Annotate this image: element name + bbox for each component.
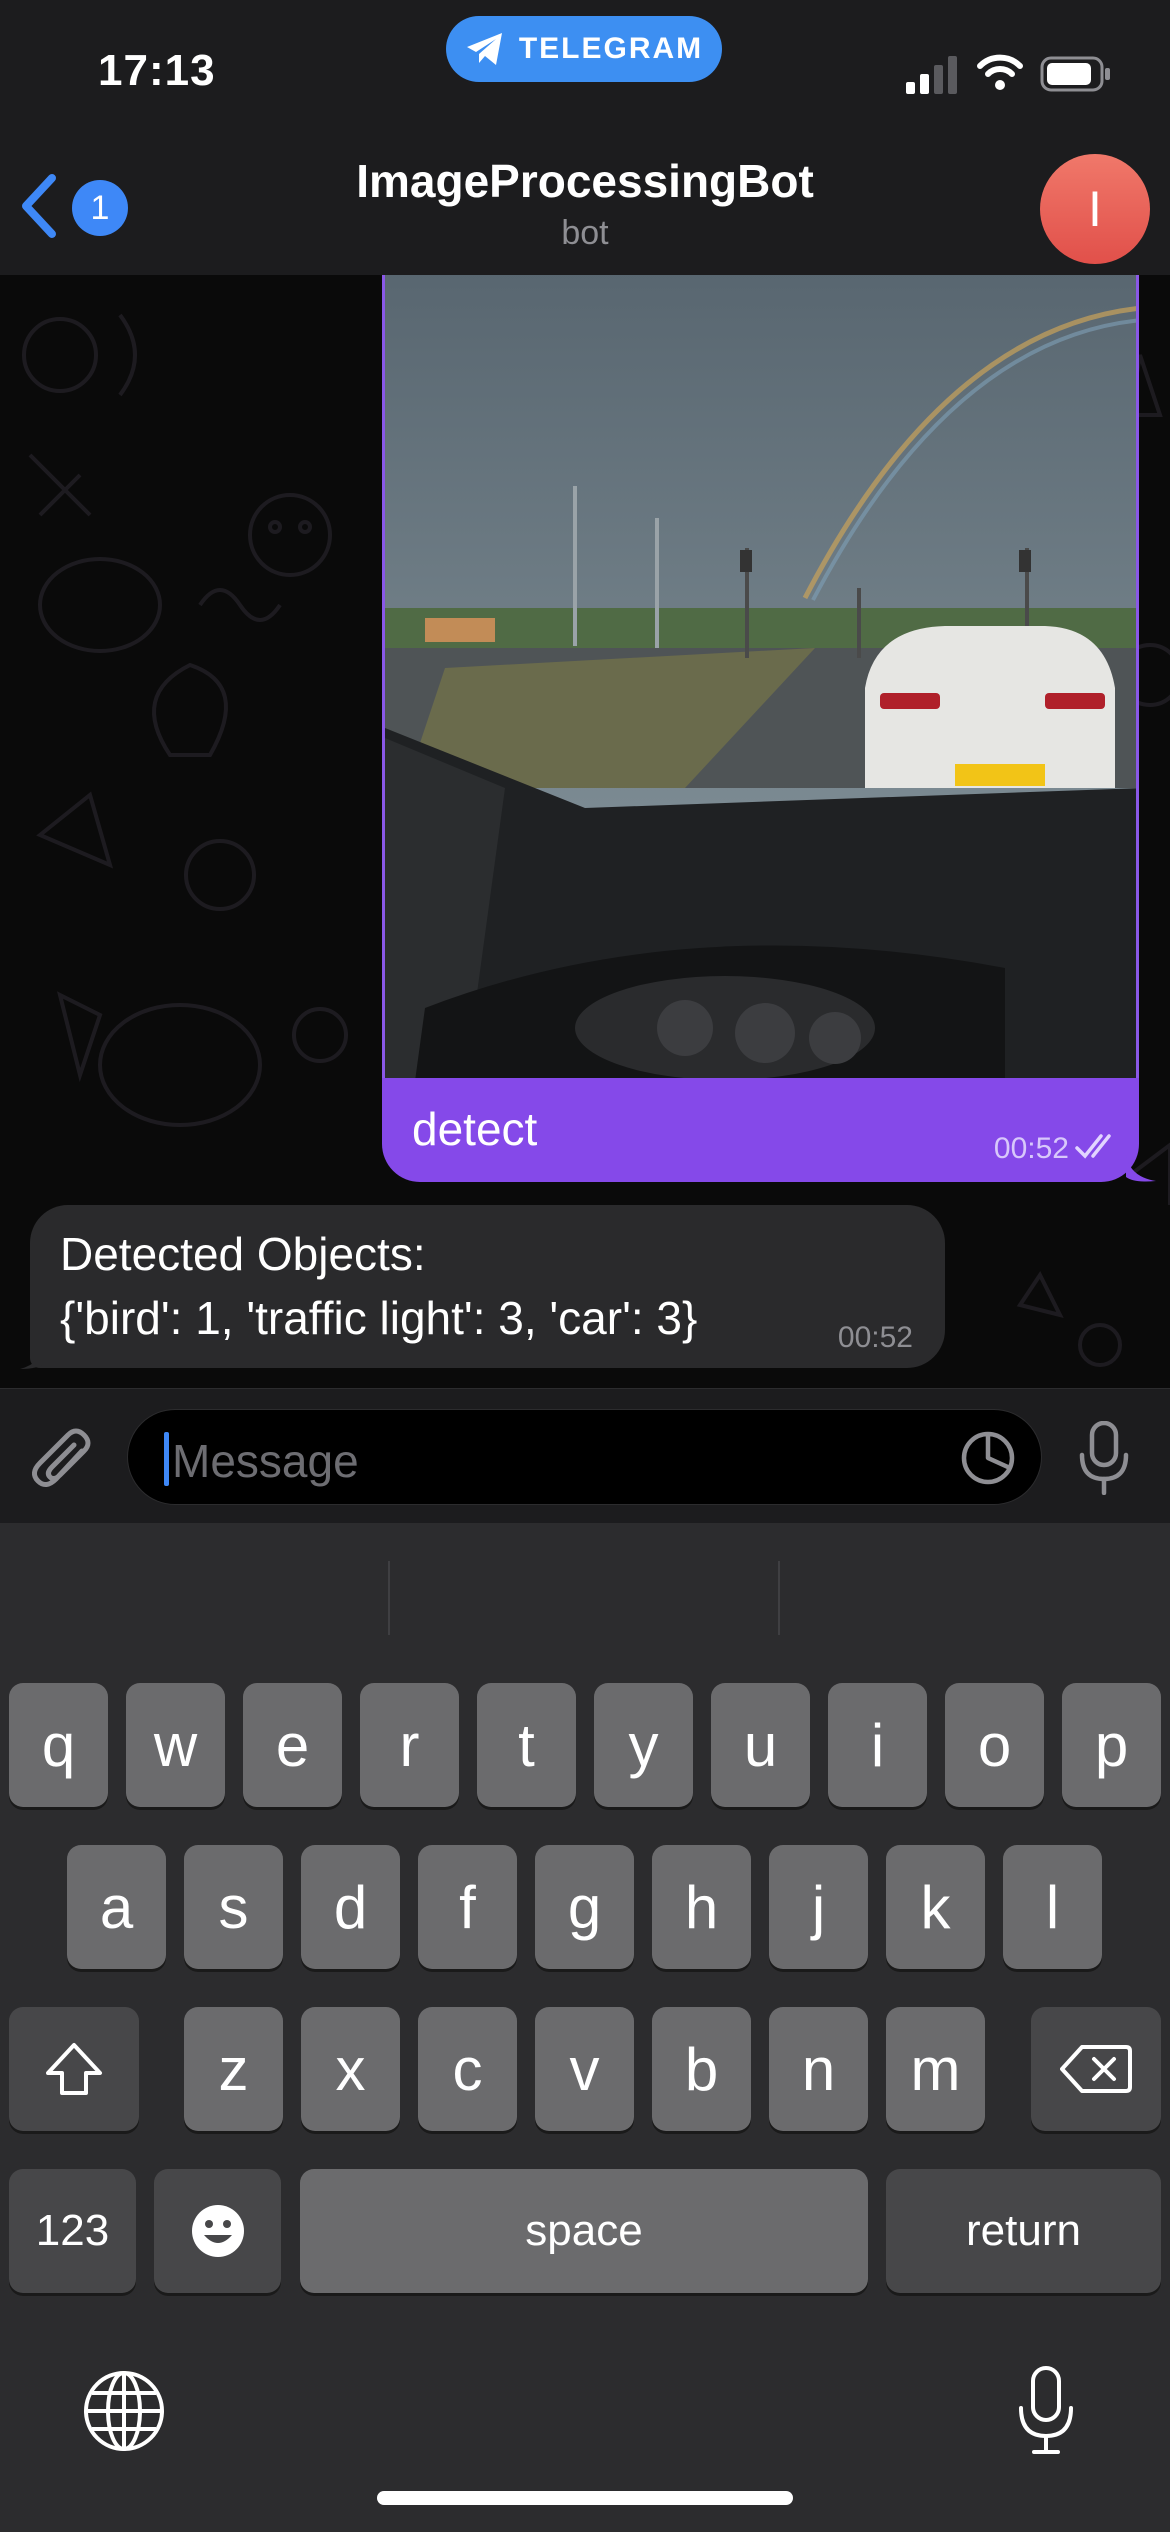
numbers-key[interactable]: 123 (9, 2169, 136, 2293)
key-q[interactable]: q (9, 1683, 108, 1807)
emoji-icon (191, 2205, 244, 2257)
chat-title[interactable]: ImageProcessingBot (0, 154, 1170, 208)
key-n[interactable]: n (769, 2007, 868, 2131)
key-u[interactable]: u (711, 1683, 810, 1807)
sent-photo[interactable] (382, 275, 1139, 1078)
telegram-plane-icon (466, 33, 502, 65)
key-e[interactable]: e (243, 1683, 342, 1807)
key-l[interactable]: l (1003, 1845, 1102, 1969)
pill-label: TELEGRAM (518, 32, 704, 65)
key-f[interactable]: f (418, 1845, 517, 1969)
key-j[interactable]: j (769, 1845, 868, 1969)
message-input-bar: Message (0, 1388, 1170, 1523)
incoming-timestamp: 00:52 (837, 1321, 913, 1354)
key-d[interactable]: d (301, 1845, 400, 1969)
incoming-message-bubble[interactable]: Detected Objects: {'bird': 1, 'traffic l… (30, 1205, 945, 1368)
status-time: 17:13 (98, 46, 216, 95)
chat-header: 1 ImageProcessingBot bot I (0, 140, 1170, 275)
key-w[interactable]: w (126, 1683, 225, 1807)
key-b[interactable]: b (652, 2007, 751, 2131)
incoming-bubble-tail (20, 1343, 46, 1369)
chat-area[interactable]: detect 00:52 Detected Objects: {'bird': … (0, 275, 1170, 1388)
status-bar: 17:13 TELEGRAM (0, 0, 1170, 140)
emoji-key[interactable] (154, 2169, 281, 2293)
paperclip-icon[interactable] (30, 1425, 96, 1495)
backspace-key[interactable] (1031, 2007, 1161, 2131)
key-g[interactable]: g (535, 1845, 634, 1969)
return-key[interactable]: return (886, 2169, 1161, 2293)
key-s[interactable]: s (184, 1845, 283, 1969)
key-y[interactable]: y (594, 1683, 693, 1807)
microphone-icon[interactable] (1078, 1421, 1130, 1495)
incoming-message-line: {'bird': 1, 'traffic light': 3, 'car': 3… (60, 1292, 698, 1344)
globe-icon[interactable] (82, 2369, 166, 2453)
message-input[interactable]: Message (127, 1409, 1042, 1505)
top-bar: 17:13 TELEGRAM 1 ImageProcessingBot bot … (0, 0, 1170, 275)
bot-avatar[interactable]: I (1040, 154, 1150, 264)
key-c[interactable]: c (418, 2007, 517, 2131)
key-r[interactable]: r (360, 1683, 459, 1807)
key-z[interactable]: z (184, 2007, 283, 2131)
prediction-divider (778, 1561, 780, 1635)
return-to-telegram-pill[interactable]: TELEGRAM (446, 16, 722, 82)
dashcam-photo-image (385, 275, 1136, 1078)
outgoing-bubble-tail (1126, 1155, 1156, 1182)
key-a[interactable]: a (67, 1845, 166, 1969)
shift-icon (46, 2043, 102, 2095)
prediction-divider (388, 1561, 390, 1635)
key-v[interactable]: v (535, 2007, 634, 2131)
caption-text: detect (412, 1103, 538, 1155)
space-key[interactable]: space (300, 2169, 868, 2293)
dictation-microphone-icon[interactable] (1016, 2366, 1076, 2456)
predictive-text-bar[interactable] (0, 1523, 1170, 1673)
text-cursor (164, 1432, 169, 1486)
key-h[interactable]: h (652, 1845, 751, 1969)
keyboard: q w e r t y u i o p a s d f g h j k l z … (0, 1523, 1170, 2532)
key-t[interactable]: t (477, 1683, 576, 1807)
outgoing-message-caption[interactable]: detect 00:52 (382, 1078, 1139, 1182)
signal-icon (906, 56, 957, 94)
sticker-icon[interactable] (960, 1430, 1016, 1486)
double-check-icon (1075, 1134, 1111, 1159)
incoming-message-line: Detected Objects: (60, 1228, 426, 1280)
home-indicator[interactable] (377, 2491, 793, 2505)
key-x[interactable]: x (301, 2007, 400, 2131)
wifi-icon (977, 54, 1023, 90)
battery-icon (1040, 56, 1110, 92)
key-i[interactable]: i (828, 1683, 927, 1807)
key-o[interactable]: o (945, 1683, 1044, 1807)
chat-subtitle: bot (561, 214, 609, 252)
message-placeholder: Message (172, 1435, 359, 1487)
key-k[interactable]: k (886, 1845, 985, 1969)
key-p[interactable]: p (1062, 1683, 1161, 1807)
backspace-icon (1060, 2045, 1132, 2093)
shift-key[interactable] (9, 2007, 139, 2131)
outgoing-timestamp: 00:52 (993, 1132, 1069, 1165)
key-m[interactable]: m (886, 2007, 985, 2131)
